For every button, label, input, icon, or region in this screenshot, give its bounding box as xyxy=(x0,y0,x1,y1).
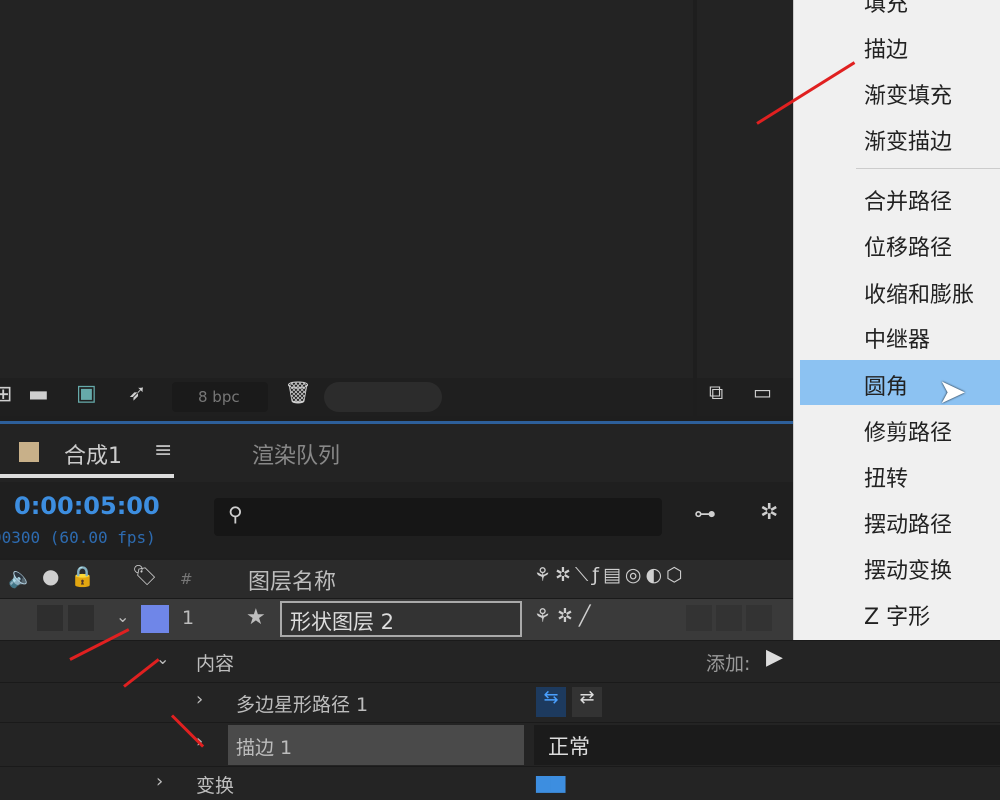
stroke-row[interactable]: › 描边 1 正常 xyxy=(0,722,1000,766)
search-input[interactable]: ⚲ xyxy=(214,498,662,536)
add-button[interactable]: ▶ xyxy=(766,645,783,670)
column-number: # xyxy=(180,570,193,588)
layer-index: 1 xyxy=(182,607,194,629)
add-label: 添加: xyxy=(706,649,750,676)
current-time[interactable]: 0:00:05:00 xyxy=(14,492,160,520)
transform-row[interactable]: › 变换 ▆▆ xyxy=(0,766,1000,800)
frame-readout: 00300 (60.00 fps) xyxy=(0,528,156,547)
polystar-label: 多边星形路径 1 xyxy=(236,690,368,717)
right-toolbar: ⧉ ▭ xyxy=(697,378,797,416)
folder-icon[interactable]: ▬ xyxy=(28,382,49,407)
path-direction-icon[interactable]: ⇆ xyxy=(536,687,566,717)
monitor-icon[interactable]: ▭ xyxy=(753,380,772,404)
bit-depth-button[interactable]: 8 bpc xyxy=(172,382,268,412)
timeline-controls: 0:00:05:00 00300 (60.00 fps) ⚲ ⊶ ✲ xyxy=(0,482,793,558)
video-switch[interactable] xyxy=(37,605,63,631)
switch-box[interactable] xyxy=(686,605,712,631)
menu-item-pucker-bloat[interactable]: 收缩和膨胀 xyxy=(864,277,974,309)
switch-box[interactable] xyxy=(716,605,742,631)
column-layer-name[interactable]: 图层名称 xyxy=(248,564,336,596)
menu-item-zig-zag[interactable]: Z 字形 xyxy=(864,599,930,631)
footage-icon[interactable]: ▣ xyxy=(76,381,97,406)
tab-render-queue[interactable]: 渲染队列 xyxy=(252,438,340,470)
3d-draft-icon[interactable]: ✲ xyxy=(760,500,778,525)
switches-icons: ⚘✲⟍ƒ▤◎◐⬡ xyxy=(534,564,687,586)
contents-row[interactable]: ⌄ 内容 添加: ▶ xyxy=(0,640,1000,682)
solo-icon: ● xyxy=(42,564,59,588)
composition-viewer[interactable] xyxy=(0,0,693,378)
menu-item-twist[interactable]: 扭转 xyxy=(864,461,908,493)
menu-item-offset-paths[interactable]: 位移路径 xyxy=(864,230,952,262)
menu-item-repeater[interactable]: 中继器 xyxy=(864,322,930,354)
path-direction-reverse-icon[interactable]: ⇄ xyxy=(572,687,602,717)
comp-color-swatch xyxy=(19,442,39,462)
menu-item-gradient-stroke[interactable]: 渐变描边 xyxy=(864,124,952,156)
shape-star-icon: ★ xyxy=(246,605,266,630)
render-rocket-icon[interactable]: ➶ xyxy=(128,381,146,406)
audio-icon: 🔈 xyxy=(8,565,33,589)
reset-link[interactable]: ▆▆ xyxy=(536,771,565,793)
chevron-down-icon[interactable]: ⌄ xyxy=(116,607,129,626)
menu-item-fill[interactable]: 填充 xyxy=(864,0,908,18)
stroke-label[interactable]: 描边 1 xyxy=(228,725,524,765)
transform-label: 变换 xyxy=(196,771,234,798)
menu-item-wiggle-paths[interactable]: 摆动路径 xyxy=(864,507,952,539)
layer-name-field[interactable]: 形状图层 2 xyxy=(280,601,522,637)
label-tag-icon: 🏷 xyxy=(132,563,157,587)
chevron-right-icon[interactable]: › xyxy=(196,689,203,710)
panel-tabs: 合成1 ≡ 渲染队列 xyxy=(0,424,793,482)
mouse-cursor-icon: ➤ xyxy=(938,372,967,412)
scrollbar[interactable] xyxy=(324,382,442,412)
menu-separator xyxy=(856,168,1000,169)
contents-label: 内容 xyxy=(196,649,234,676)
menu-item-stroke[interactable]: 描边 xyxy=(864,32,908,64)
menu-item-gradient-fill[interactable]: 渐变填充 xyxy=(864,78,952,110)
right-panel xyxy=(697,0,797,378)
menu-item-merge-paths[interactable]: 合并路径 xyxy=(864,184,952,216)
add-context-menu: 填充 描边 渐变填充 渐变描边 合并路径 位移路径 收缩和膨胀 中继器 圆角 修… xyxy=(793,0,1000,640)
menu-item-round-corners[interactable]: 圆角 xyxy=(864,369,908,401)
polystar-row[interactable]: › 多边星形路径 1 ⇆ ⇄ xyxy=(0,682,1000,722)
menu-item-wiggle-transform[interactable]: 摆动变换 xyxy=(864,553,952,585)
audio-switch[interactable] xyxy=(68,605,94,631)
trash-icon[interactable]: 🗑 xyxy=(284,381,312,406)
active-tab-underline xyxy=(0,474,174,478)
viewer-toolbar: ⊞ ▬ ▣ ➶ 8 bpc 🗑 xyxy=(0,378,693,416)
menu-item-trim-paths[interactable]: 修剪路径 xyxy=(864,415,952,447)
flowchart-icon[interactable]: ⊶ xyxy=(694,502,716,527)
chevron-right-icon[interactable]: › xyxy=(156,771,163,792)
lock-icon: 🔒 xyxy=(70,564,95,588)
tab-menu-icon[interactable]: ≡ xyxy=(154,438,172,463)
blend-mode-select[interactable]: 正常 xyxy=(534,725,1000,765)
preview-icon[interactable]: ⧉ xyxy=(709,380,723,404)
column-header: 🔈 ● 🔒 🏷 # 图层名称 ⚘✲⟍ƒ▤◎◐⬡ xyxy=(0,560,793,598)
search-icon: ⚲ xyxy=(228,502,243,526)
flowchart-icon[interactable]: ⊞ xyxy=(0,382,12,407)
switch-box[interactable] xyxy=(746,605,772,631)
tab-comp[interactable]: 合成1 xyxy=(64,438,122,470)
layer-color-label[interactable] xyxy=(141,605,169,633)
layer-switches[interactable]: ⚘✲╱ xyxy=(534,605,596,627)
